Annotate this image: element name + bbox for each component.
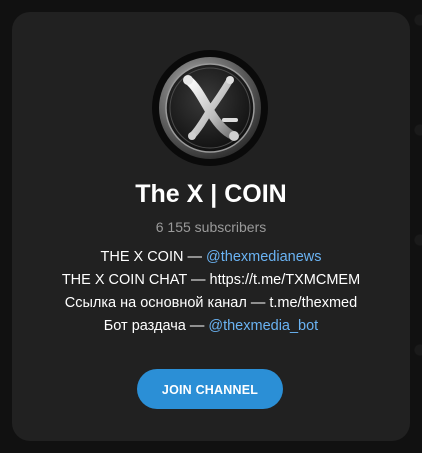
channel-title: The X | COIN: [135, 180, 287, 208]
description-line: THE X COIN — @thexmedianews: [12, 246, 410, 269]
description-text: THE X COIN —: [100, 249, 207, 265]
channel-avatar: [152, 50, 268, 166]
channel-card: The X | COIN 6 155 subscribers THE X COI…: [12, 12, 410, 441]
description-text: Бот раздача —: [103, 318, 209, 334]
description-line: Ссылка на основной канал — t.me/thexmed: [12, 292, 410, 315]
news-channel-link[interactable]: @thexmedianews: [206, 249, 321, 265]
subscriber-count: 6 155 subscribers: [155, 219, 267, 235]
x-coin-logo-icon: [159, 57, 261, 159]
description-line: Бот раздача — @thexmedia_bot: [12, 315, 410, 338]
description-line: THE X COIN CHAT — https://t.me/TXMCMEM: [12, 269, 410, 292]
bot-link[interactable]: @thexmedia_bot: [208, 318, 318, 334]
main-channel-link-text[interactable]: Ссылка на основной канал — t.me/thexmed: [65, 295, 357, 311]
channel-description: THE X COIN — @thexmedianews THE X COIN C…: [12, 246, 410, 338]
join-channel-button[interactable]: JOIN CHANNEL: [137, 369, 283, 409]
chat-link-text[interactable]: THE X COIN CHAT — https://t.me/TXMCMEM: [62, 272, 360, 288]
